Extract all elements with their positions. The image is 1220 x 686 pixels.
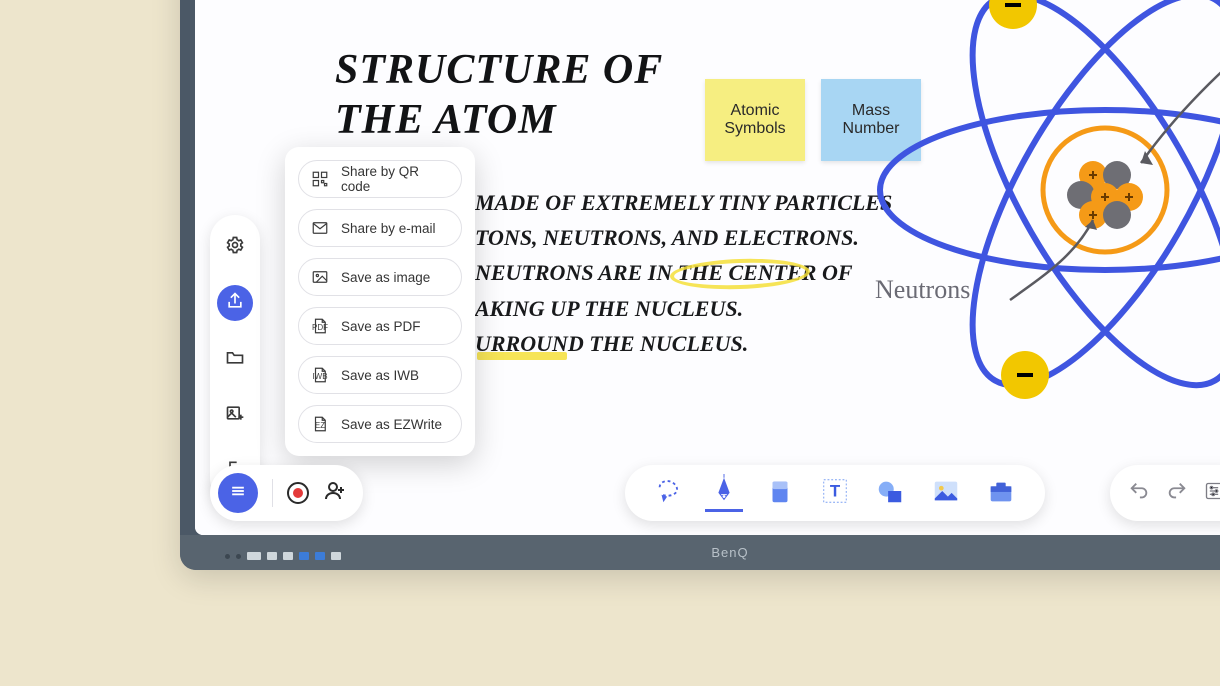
settings-button[interactable] [217,229,253,265]
folder-icon [225,347,245,372]
briefcase-icon [986,476,1016,511]
eraser-tool[interactable] [761,474,799,512]
share-icon [225,291,245,316]
redo-button[interactable] [1166,480,1188,507]
hamburger-icon [228,481,248,506]
shapes-tool[interactable] [871,474,909,512]
highlight-underline [477,352,567,360]
share-button[interactable] [217,285,253,321]
sticky-note-yellow[interactable]: Atomic Symbols [705,79,805,161]
iwb-icon: IWB [311,366,329,384]
ez-icon: EZ [311,415,329,433]
bottom-left-bar [210,465,363,521]
record-button[interactable] [287,482,309,504]
menu-item-label: Save as IWB [341,368,419,383]
save-ezwrite-button[interactable]: EZ Save as EZWrite [298,405,462,443]
eraser-icon [765,476,795,511]
drawing-toolbar: T [625,465,1045,521]
import-image-button[interactable] [217,397,253,433]
divider [272,479,273,507]
add-user-icon [323,490,347,507]
screen: Structure of the Atom made of extremely … [195,0,1220,535]
select-tool[interactable] [650,474,688,512]
menu-item-label: Save as image [341,270,430,285]
briefcase-tool[interactable] [982,474,1020,512]
sticky-note-label: Atomic Symbols [713,102,797,138]
atom-diagram [845,0,1220,405]
menu-item-label: Share by QR code [341,164,449,194]
shapes-icon [875,476,905,511]
device-frame: Structure of the Atom made of extremely … [180,0,1220,570]
share-email-button[interactable]: Share by e-mail [298,209,462,247]
undo-button[interactable] [1128,480,1150,507]
whiteboard-canvas[interactable]: Structure of the Atom made of extremely … [195,0,1220,535]
sliders-icon [1204,488,1220,505]
menu-item-label: Share by e-mail [341,221,436,236]
mail-icon [311,219,329,237]
device-bezel: BenQ [180,535,1220,570]
image-icon [311,268,329,286]
qr-icon [311,170,329,188]
brand-logo: BenQ [711,545,748,560]
image-plus-icon [225,403,245,428]
device-ports [225,552,341,560]
menu-item-label: Save as EZWrite [341,417,442,432]
picture-icon [931,476,961,511]
image-tool[interactable] [927,474,965,512]
sliders-button[interactable] [1204,481,1220,506]
menu-item-label: Save as PDF [341,319,421,334]
pdf-icon: PDF [311,317,329,335]
save-pdf-button[interactable]: PDF Save as PDF [298,307,462,345]
pen-tool[interactable] [705,474,743,512]
pen-icon [709,474,739,509]
redo-icon [1166,489,1188,506]
save-image-button[interactable]: Save as image [298,258,462,296]
folder-button[interactable] [217,341,253,377]
neutron-label: Neutrons [875,275,970,305]
svg-text:T: T [830,481,841,500]
undo-icon [1128,489,1150,506]
bottom-right-bar [1110,465,1220,521]
save-iwb-button[interactable]: IWB Save as IWB [298,356,462,394]
left-toolbar [210,215,260,503]
text-tool[interactable]: T [816,474,854,512]
main-menu-button[interactable] [218,473,258,513]
share-qr-button[interactable]: Share by QR code [298,160,462,198]
gear-icon [225,235,245,260]
text-icon: T [820,476,850,511]
add-user-button[interactable] [323,479,347,508]
board-title: Structure of the Atom [335,45,663,146]
share-menu: Share by QR code Share by e-mail Save as… [285,147,475,456]
lasso-icon [654,476,684,511]
